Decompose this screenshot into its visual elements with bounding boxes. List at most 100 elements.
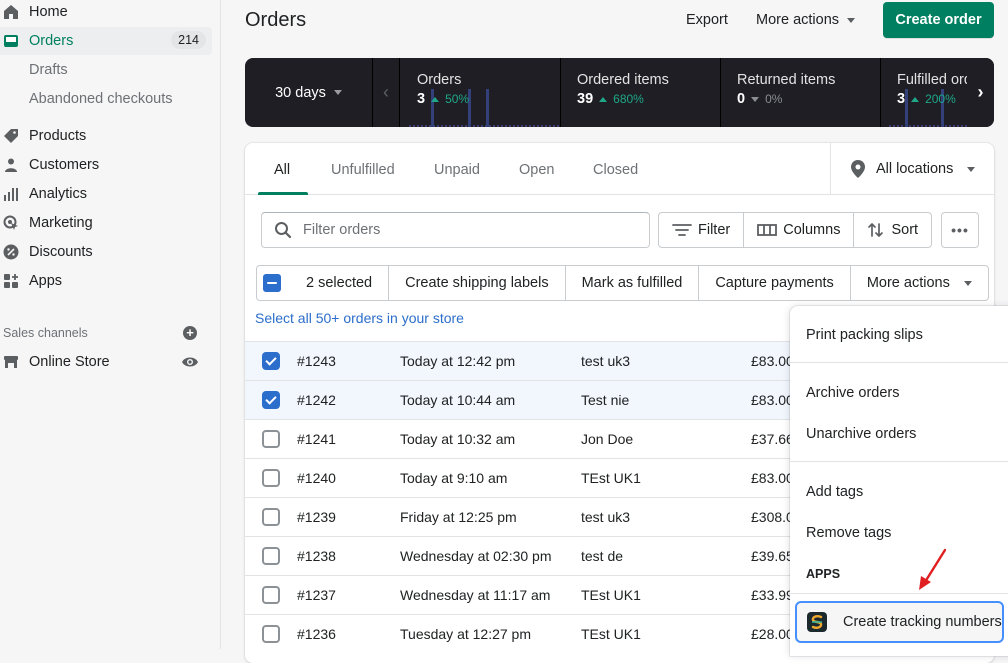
bulk-more-actions-label: More actions <box>866 275 950 291</box>
sidebar-item-label: Orders <box>29 33 74 49</box>
period-selector[interactable]: 30 days <box>245 58 373 127</box>
order-number[interactable]: #1241 <box>297 431 336 447</box>
order-number[interactable]: #1236 <box>297 626 336 642</box>
menu-item-print-packing-slips[interactable]: Print packing slips <box>806 327 923 343</box>
sidebar-item-online-store[interactable]: Online Store <box>0 348 110 376</box>
capture-payments-button[interactable]: Capture payments <box>699 266 851 300</box>
order-date: Wednesday at 11:17 am <box>400 587 551 603</box>
sidebar-item-label: Discounts <box>29 244 93 260</box>
discount-icon <box>2 243 20 261</box>
filter-orders-field[interactable] <box>261 212 650 248</box>
row-checkbox[interactable] <box>262 625 280 643</box>
tab-unfulfilled[interactable]: Unfulfilled <box>331 162 395 178</box>
chevron-left-icon[interactable]: ‹ <box>373 58 400 127</box>
sidebar-item-home[interactable]: Home <box>0 0 68 26</box>
home-icon <box>2 3 20 21</box>
menu-item-unarchive-orders[interactable]: Unarchive orders <box>806 426 916 442</box>
sales-channels-heading: Sales channels <box>3 326 88 340</box>
menu-item-create-tracking-numbers[interactable]: Create tracking numbers <box>795 601 1004 643</box>
order-number[interactable]: #1240 <box>297 470 336 486</box>
metric-orders[interactable]: Orders 3 50% <box>401 58 561 127</box>
order-total: £83.00 <box>751 470 794 486</box>
chevron-right-icon[interactable]: › <box>967 58 994 127</box>
create-shipping-labels-button[interactable]: Create shipping labels <box>389 266 566 300</box>
metric-label: Orders <box>417 72 462 88</box>
tracking-app-logo-icon <box>807 612 827 632</box>
order-date: Today at 10:44 am <box>400 392 516 408</box>
store-icon <box>2 353 20 371</box>
target-icon <box>2 214 20 232</box>
selection-toggle[interactable]: 2 selected <box>257 266 390 300</box>
metric-returned-items[interactable]: Returned items 0 0% <box>721 58 881 127</box>
metric-ordered-items[interactable]: Ordered items 39 680% <box>561 58 721 127</box>
more-actions-menu: Print packing slips Archive orders Unarc… <box>790 306 1008 656</box>
metrics-bar: 30 days ‹ Orders 3 50% Ordered items 39 … <box>245 58 994 127</box>
sidebar-item-label: Marketing <box>29 215 93 231</box>
tab-all[interactable]: All <box>274 162 290 178</box>
mark-as-fulfilled-button[interactable]: Mark as fulfilled <box>566 266 700 300</box>
sidebar-item-apps[interactable]: Apps <box>0 267 62 295</box>
trend-down-icon <box>751 96 760 102</box>
trend-up-icon <box>599 96 608 102</box>
order-total: £308.0 <box>751 509 794 525</box>
filter-orders-input[interactable] <box>303 222 623 238</box>
apps-section-heading: APPS <box>806 567 841 581</box>
sidebar-item-analytics[interactable]: Analytics <box>0 180 87 208</box>
row-checkbox[interactable] <box>262 469 280 487</box>
more-actions-label: More actions <box>756 12 840 28</box>
tab-unpaid[interactable]: Unpaid <box>434 162 480 178</box>
trend-up-icon <box>911 96 920 102</box>
select-all-orders-link[interactable]: Select all 50+ orders in your store <box>255 310 464 326</box>
tab-closed[interactable]: Closed <box>593 162 638 178</box>
sidebar-item-label: Apps <box>29 273 63 289</box>
menu-item-remove-tags[interactable]: Remove tags <box>806 525 891 541</box>
row-checkbox[interactable] <box>262 430 280 448</box>
row-checkbox[interactable] <box>262 391 280 409</box>
order-customer: test de <box>581 548 624 564</box>
sidebar-item-orders[interactable]: Orders 214 <box>0 27 212 55</box>
row-checkbox[interactable] <box>262 586 280 604</box>
filter-button[interactable]: Filter <box>659 213 745 247</box>
metric-delta: 50% <box>445 92 470 106</box>
sidebar-item-customers[interactable]: Customers <box>0 151 99 179</box>
sidebar-item-label: Customers <box>29 157 100 173</box>
order-total: £37.66 <box>751 431 794 447</box>
view-store-eye-icon[interactable] <box>181 355 199 372</box>
filter-label: Filter <box>698 222 731 238</box>
order-number[interactable]: #1237 <box>297 587 336 603</box>
order-date: Wednesday at 02:30 pm <box>400 548 552 564</box>
filter-toolbar: Filter Columns Sort <box>658 212 933 248</box>
order-number[interactable]: #1243 <box>297 353 336 369</box>
sidebar-item-marketing[interactable]: Marketing <box>0 209 93 237</box>
sidebar-item-discounts[interactable]: Discounts <box>0 238 93 266</box>
location-selector[interactable]: All locations <box>830 143 994 195</box>
order-date: Friday at 12:25 pm <box>400 509 517 525</box>
indeterminate-checkbox[interactable] <box>263 274 281 292</box>
more-actions-button[interactable]: More actions <box>756 12 856 28</box>
menu-item-archive-orders[interactable]: Archive orders <box>806 385 899 401</box>
order-number[interactable]: #1238 <box>297 548 336 564</box>
menu-item-add-tags[interactable]: Add tags <box>806 484 863 500</box>
order-total: £28.00 <box>751 626 794 642</box>
metric-delta: 0% <box>765 92 783 106</box>
sidebar-item-products[interactable]: Products <box>0 122 86 150</box>
sidebar-item-abandoned-checkouts[interactable]: Abandoned checkouts <box>29 91 173 107</box>
menu-divider <box>790 593 1008 594</box>
create-order-button[interactable]: Create order <box>883 2 994 38</box>
sort-button[interactable]: Sort <box>854 213 931 247</box>
row-checkbox[interactable] <box>262 352 280 370</box>
menu-item-label: Create tracking numbers <box>843 614 1002 630</box>
sidebar-item-drafts[interactable]: Drafts <box>29 62 68 78</box>
export-button[interactable]: Export <box>686 12 728 28</box>
order-number[interactable]: #1242 <box>297 392 336 408</box>
caret-down-icon <box>333 90 342 95</box>
columns-button[interactable]: Columns <box>744 213 855 247</box>
more-options-button[interactable]: ••• <box>941 212 979 248</box>
add-sales-channel-icon[interactable]: + <box>183 326 197 340</box>
tab-open[interactable]: Open <box>519 162 554 178</box>
row-checkbox[interactable] <box>262 547 280 565</box>
row-checkbox[interactable] <box>262 508 280 526</box>
order-number[interactable]: #1239 <box>297 509 336 525</box>
bulk-more-actions-button[interactable]: More actions <box>851 266 988 300</box>
order-date: Tuesday at 12:27 pm <box>400 626 532 642</box>
